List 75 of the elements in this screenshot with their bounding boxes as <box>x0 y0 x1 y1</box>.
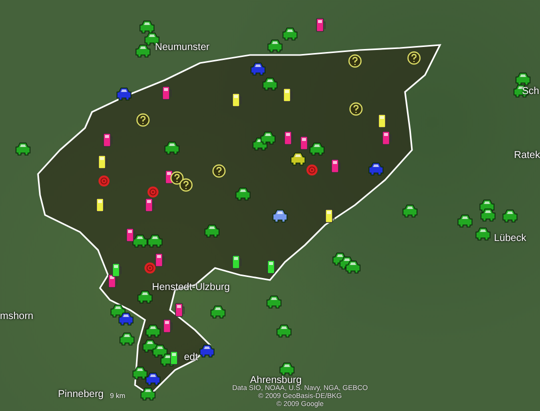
fuel-pump-icon[interactable] <box>331 159 341 173</box>
car-icon[interactable] <box>250 62 266 74</box>
fuel-pump-icon[interactable] <box>112 263 122 277</box>
car-icon[interactable] <box>145 324 161 336</box>
car-icon[interactable] <box>210 304 226 318</box>
car-icon[interactable] <box>204 224 220 236</box>
fuel-pump-icon[interactable] <box>145 198 155 212</box>
fuel-pump-icon[interactable] <box>103 133 113 147</box>
fuel-pump-icon[interactable] <box>175 303 185 317</box>
car-icon[interactable] <box>345 260 361 272</box>
fuel-pump-icon[interactable] <box>316 18 326 32</box>
car-icon[interactable] <box>137 290 153 302</box>
car-icon[interactable] <box>144 32 160 44</box>
fuel-pump-icon[interactable] <box>98 155 108 169</box>
question-mark-icon[interactable] <box>212 164 226 178</box>
car-icon[interactable] <box>199 344 215 356</box>
car-icon[interactable] <box>266 294 282 308</box>
car-icon[interactable] <box>132 234 148 246</box>
car-icon[interactable] <box>457 214 473 226</box>
car-icon[interactable] <box>282 26 298 40</box>
car-icon[interactable] <box>119 332 135 344</box>
car-icon[interactable] <box>260 130 276 144</box>
car-icon[interactable] <box>145 372 161 384</box>
fuel-pump-icon[interactable] <box>232 93 242 107</box>
question-mark-icon[interactable] <box>179 178 193 192</box>
fuel-pump-icon[interactable] <box>232 255 242 269</box>
car-icon[interactable] <box>290 152 306 164</box>
car-icon[interactable] <box>139 20 155 32</box>
car-icon[interactable] <box>152 344 168 356</box>
car-icon[interactable] <box>235 186 251 200</box>
question-mark-icon[interactable] <box>407 51 421 65</box>
car-icon[interactable] <box>276 324 292 336</box>
place-label: Neumunster <box>155 42 210 54</box>
fuel-pump-icon[interactable] <box>325 209 335 223</box>
car-icon[interactable] <box>262 76 278 90</box>
car-icon[interactable] <box>502 208 518 222</box>
place-label: Ahrensburg <box>250 375 302 386</box>
car-icon[interactable] <box>279 362 295 374</box>
fuel-pump-icon[interactable] <box>170 351 180 365</box>
car-icon[interactable] <box>475 226 491 240</box>
car-icon[interactable] <box>116 86 132 100</box>
question-mark-icon[interactable] <box>348 54 362 68</box>
car-icon[interactable] <box>272 208 288 222</box>
fuel-pump-icon[interactable] <box>378 114 388 128</box>
fuel-pump-icon[interactable] <box>163 319 173 333</box>
car-icon[interactable] <box>140 386 156 400</box>
place-label: Pinneberg <box>58 389 104 401</box>
car-icon[interactable] <box>135 44 151 56</box>
car-icon[interactable] <box>480 208 496 220</box>
fuel-pump-icon[interactable] <box>162 86 172 100</box>
car-icon[interactable] <box>368 162 384 174</box>
place-label: mshorn <box>0 311 34 323</box>
fuel-pump-icon[interactable] <box>284 131 294 145</box>
car-icon[interactable] <box>309 142 325 154</box>
car-icon[interactable] <box>402 204 418 216</box>
car-icon[interactable] <box>164 140 180 154</box>
fuel-pump-icon[interactable] <box>126 228 136 242</box>
car-icon[interactable] <box>118 312 134 324</box>
fuel-pump-icon[interactable] <box>300 136 310 150</box>
car-icon[interactable] <box>147 234 163 246</box>
question-mark-icon[interactable] <box>349 102 363 116</box>
car-icon[interactable] <box>15 142 31 154</box>
fuel-pump-icon[interactable] <box>155 253 165 267</box>
car-icon[interactable] <box>515 72 531 84</box>
fuel-pump-icon[interactable] <box>108 274 118 288</box>
place-label: Lübeck <box>494 233 526 245</box>
fuel-pump-icon[interactable] <box>267 260 277 274</box>
fuel-pump-icon[interactable] <box>382 131 392 145</box>
car-icon[interactable] <box>132 366 148 378</box>
place-label: Ratek <box>514 150 540 162</box>
question-mark-icon[interactable] <box>136 113 150 127</box>
car-icon[interactable] <box>267 38 283 52</box>
fuel-pump-icon[interactable] <box>283 88 293 102</box>
place-label: Sch <box>522 86 540 98</box>
fuel-pump-icon[interactable] <box>96 198 106 212</box>
